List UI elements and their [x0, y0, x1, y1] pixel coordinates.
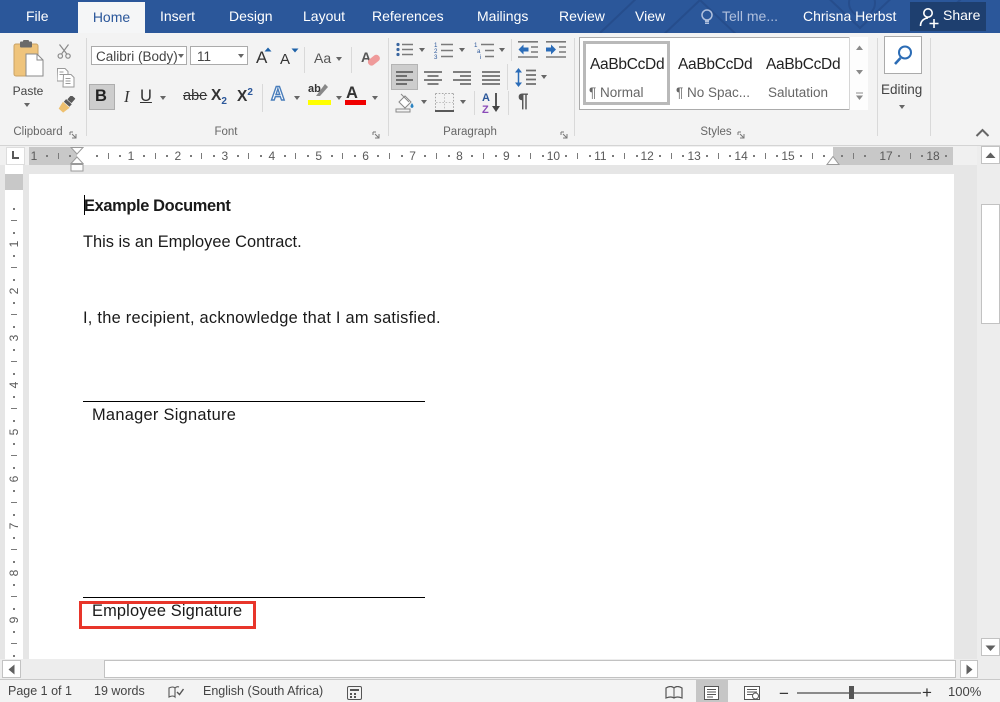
- svg-text:3: 3: [434, 54, 438, 59]
- svg-text:A: A: [482, 92, 490, 104]
- svg-text:Z: Z: [482, 104, 489, 114]
- svg-text:i: i: [480, 54, 481, 59]
